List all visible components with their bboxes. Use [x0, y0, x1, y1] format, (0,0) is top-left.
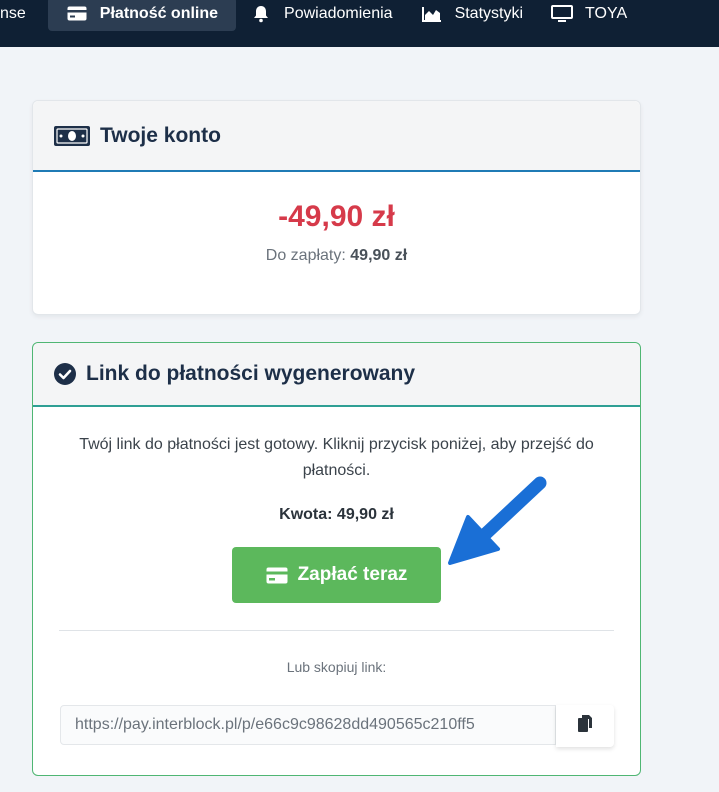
copy-icon	[578, 715, 592, 737]
credit-card-icon	[266, 567, 288, 584]
link-row	[60, 705, 614, 747]
pay-now-label: Zapłać teraz	[297, 564, 408, 585]
payment-amount-value: 49,90 zł	[336, 506, 394, 523]
account-card-title: Twoje konto	[100, 123, 221, 147]
balance-amount: -49,90 zł	[278, 200, 395, 233]
payment-link-field[interactable]	[60, 705, 556, 745]
amount-due-label: Do zapłaty:	[265, 247, 346, 264]
area-chart-icon	[421, 5, 443, 23]
nav-item-label: nse	[0, 4, 26, 22]
check-circle-icon	[54, 363, 76, 385]
nav-item-statistics[interactable]: Statystyki	[407, 0, 537, 31]
payment-card-title: Link do płatności wygenerowany	[86, 362, 416, 385]
amount-due: Do zapłaty: 49,90 zł	[33, 247, 640, 265]
money-icon	[54, 125, 90, 146]
copy-link-label: Lub skopiuj link:	[286, 659, 387, 675]
credit-card-icon	[66, 5, 88, 23]
monitor-icon	[551, 4, 574, 23]
payment-card-header: Link do płatności wygenerowany	[33, 343, 640, 407]
annotation-arrow-icon	[448, 476, 547, 565]
nav-item-online-payment[interactable]: Płatność online	[47, 0, 237, 31]
top-nav: nse Płatność online Powiadomienia Statys…	[0, 0, 719, 47]
copy-link-button[interactable]	[556, 705, 614, 747]
payment-amount-label: Kwota:	[279, 506, 333, 523]
nav-item-label: Statystyki	[454, 4, 524, 22]
nav-item-label: Powiadomienia	[284, 4, 393, 22]
nav-item-label: TOYA	[585, 4, 628, 22]
pay-now-button[interactable]: Zapłać teraz	[232, 547, 441, 603]
nav-item-toya[interactable]: TOYA	[537, 0, 641, 31]
divider	[59, 630, 614, 631]
amount-due-value: 49,90 zł	[350, 247, 408, 264]
account-card-header: Twoje konto	[33, 101, 640, 172]
bell-icon	[250, 5, 272, 23]
nav-item-notifications[interactable]: Powiadomienia	[236, 0, 407, 31]
account-card: Twoje konto -49,90 zł Do zapłaty: 49,90 …	[32, 100, 641, 315]
nav-item-label: Płatność online	[99, 4, 219, 22]
nav-item-licenses[interactable]: nse	[0, 0, 40, 31]
